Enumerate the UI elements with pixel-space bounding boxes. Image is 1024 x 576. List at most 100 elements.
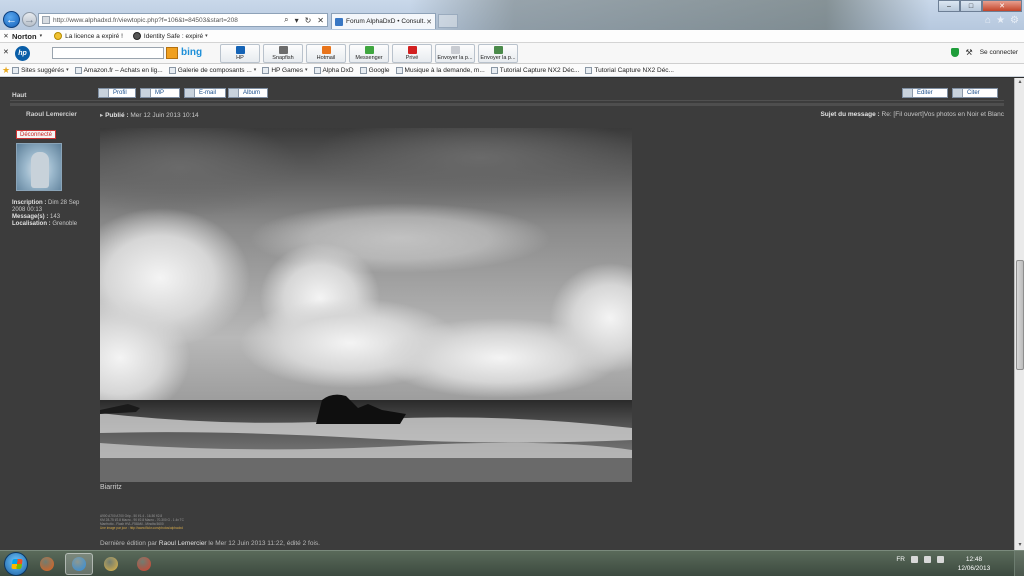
- edit-button[interactable]: Editer: [902, 88, 948, 98]
- taskbar-app[interactable]: [130, 553, 158, 575]
- favorite-link[interactable]: Tutorial Capture NX2 Déc...: [490, 66, 579, 74]
- close-tab-icon[interactable]: ✕: [426, 18, 432, 26]
- top-link[interactable]: Haut: [12, 92, 26, 99]
- scroll-up-icon[interactable]: ▴: [1016, 78, 1024, 87]
- search-icon[interactable]: ⌕: [281, 15, 291, 25]
- pm-button[interactable]: MP: [140, 88, 180, 98]
- hp-tile[interactable]: HP: [220, 44, 260, 63]
- hp-tile-label: Snapfish: [272, 55, 294, 61]
- private-icon: [407, 46, 417, 54]
- post-separator: [10, 103, 1004, 106]
- subject-label: Sujet du message :: [820, 111, 880, 118]
- chevron-down-icon: ▾: [304, 67, 308, 73]
- wrench-icon[interactable]: ⚒: [966, 48, 973, 57]
- favorite-link[interactable]: Tutorial Capture NX2 Déc...: [585, 66, 674, 74]
- favorite-link[interactable]: Google: [359, 66, 390, 74]
- hp-tile[interactable]: Hotmail: [306, 44, 346, 63]
- search-button[interactable]: [166, 47, 178, 59]
- quote-icon: [953, 89, 963, 97]
- tray-icon[interactable]: [911, 556, 918, 563]
- hp-tile[interactable]: Privé: [392, 44, 432, 63]
- hp-tile[interactable]: Messenger: [349, 44, 389, 63]
- new-tab-button[interactable]: [438, 14, 458, 28]
- dropdown-icon[interactable]: ▾: [292, 16, 302, 25]
- close-toolbar-icon[interactable]: ✕: [3, 48, 9, 56]
- maximize-button[interactable]: □: [960, 0, 982, 12]
- hp-toolbar: ✕ hp bing HP Snapfish Hotmail Messenger Priv…: [0, 43, 1024, 64]
- address-bar[interactable]: http://www.alphadxd.fr/viewtopic.php?f=1…: [38, 13, 328, 27]
- bing-logo[interactable]: bing: [181, 47, 202, 58]
- alphadxd-icon: [313, 66, 321, 74]
- taskbar-app[interactable]: [65, 553, 93, 575]
- forward-button[interactable]: →: [22, 12, 37, 27]
- hp-tile[interactable]: Envoyer la p...: [435, 44, 475, 63]
- chevron-down-icon: ▾: [66, 67, 69, 73]
- amazon-icon: [74, 66, 82, 74]
- url-text[interactable]: http://www.alphadxd.fr/viewtopic.php?f=1…: [53, 17, 281, 24]
- hp-logo[interactable]: hp: [15, 46, 30, 61]
- favorite-link[interactable]: Sites suggérés ▾: [12, 66, 69, 74]
- refresh-icon[interactable]: ↻: [302, 16, 315, 25]
- post-author[interactable]: Raoul Lemercier: [26, 111, 77, 118]
- email-button[interactable]: E-mail: [184, 88, 226, 98]
- close-toolbar-icon[interactable]: ✕: [0, 32, 12, 40]
- show-desktop-button[interactable]: [1014, 551, 1024, 576]
- minimize-button[interactable]: –: [938, 0, 960, 12]
- taskbar-app[interactable]: [33, 553, 61, 575]
- favorite-link[interactable]: Amazon.fr – Achats en lig...: [74, 66, 163, 74]
- album-button[interactable]: Album: [228, 88, 268, 98]
- hp-tile[interactable]: Snapfish: [263, 44, 303, 63]
- license-warning[interactable]: La licence a expiré !: [54, 32, 123, 40]
- favorites-star-icon[interactable]: ★: [2, 65, 10, 76]
- language-indicator[interactable]: FR: [896, 556, 905, 563]
- profile-label: Profil: [113, 90, 127, 96]
- post-header: Raoul Lemercier ▸ Publié : Mer 12 Juin 2…: [10, 108, 1004, 122]
- profile-button[interactable]: Profil: [98, 88, 136, 98]
- network-icon[interactable]: [924, 556, 931, 563]
- favorite-link[interactable]: HP Games ▾: [262, 66, 308, 74]
- favorite-link[interactable]: Alpha DxD: [313, 66, 354, 74]
- clock[interactable]: 12:48 12/06/2013: [954, 555, 994, 573]
- favorite-link[interactable]: Musique à la demande, m...: [395, 66, 485, 74]
- signature-link[interactable]: Une image par jour : http://www.flickr.c…: [100, 526, 400, 530]
- settings-gear-icon[interactable]: ⚙: [1010, 15, 1019, 26]
- avatar[interactable]: [16, 143, 62, 191]
- hp-right-tools: ⚒ Se connecter: [950, 48, 1018, 57]
- scroll-down-icon[interactable]: ▾: [1016, 541, 1024, 550]
- back-button[interactable]: ←: [3, 11, 20, 28]
- send-page-icon: [450, 46, 460, 54]
- hp-tile-label: Messenger: [355, 55, 383, 61]
- hp-tile[interactable]: Envoyer la p...: [478, 44, 518, 63]
- volume-icon[interactable]: [937, 556, 944, 563]
- favorite-label: Musique à la demande, m...: [404, 66, 485, 74]
- file-explorer-icon: [104, 557, 118, 571]
- favorites-star-icon[interactable]: ★: [996, 15, 1005, 26]
- norton-brand[interactable]: Norton: [12, 32, 37, 41]
- internet-explorer-icon: [72, 557, 86, 571]
- identity-safe[interactable]: Identity Safe : expiré ▾: [132, 32, 208, 40]
- windows-taskbar: FR 12:48 12/06/2013: [0, 550, 1024, 576]
- quote-button[interactable]: Citer: [952, 88, 998, 98]
- inscription-row: Inscription : Dim 28 Sep 2008 00:13: [12, 200, 92, 214]
- taskbar-app[interactable]: [97, 553, 125, 575]
- tab-forum[interactable]: Forum AlphaDxD • Consult... ✕: [331, 13, 436, 29]
- connect-link[interactable]: Se connecter: [980, 49, 1018, 56]
- favorite-link[interactable]: Galerie de composants ... ▾: [168, 66, 256, 74]
- close-window-button[interactable]: ✕: [982, 0, 1022, 12]
- user-signature: A900 A700 A700 Grip - 50 f/1.4 - 16-50 f…: [100, 514, 400, 530]
- edited-author[interactable]: Raoul Lemercier: [159, 540, 207, 547]
- hp-icon: [235, 46, 245, 54]
- messages-label: Message(s) :: [12, 214, 49, 220]
- vertical-scrollbar[interactable]: ▴ ▾: [1014, 78, 1024, 550]
- email-label: E-mail: [199, 90, 217, 96]
- edited-prefix: Dernière édition par: [100, 540, 158, 547]
- home-icon[interactable]: ⌂: [985, 15, 991, 26]
- chevron-down-icon[interactable]: ▾: [40, 33, 43, 39]
- shield-icon[interactable]: [950, 48, 959, 57]
- stop-icon[interactable]: ✕: [314, 16, 327, 25]
- start-button[interactable]: [4, 552, 28, 576]
- search-input[interactable]: [52, 47, 164, 59]
- scrollbar-thumb[interactable]: [1016, 260, 1024, 370]
- favorite-label: Amazon.fr – Achats en lig...: [83, 66, 163, 74]
- favorite-label: Google: [368, 66, 390, 74]
